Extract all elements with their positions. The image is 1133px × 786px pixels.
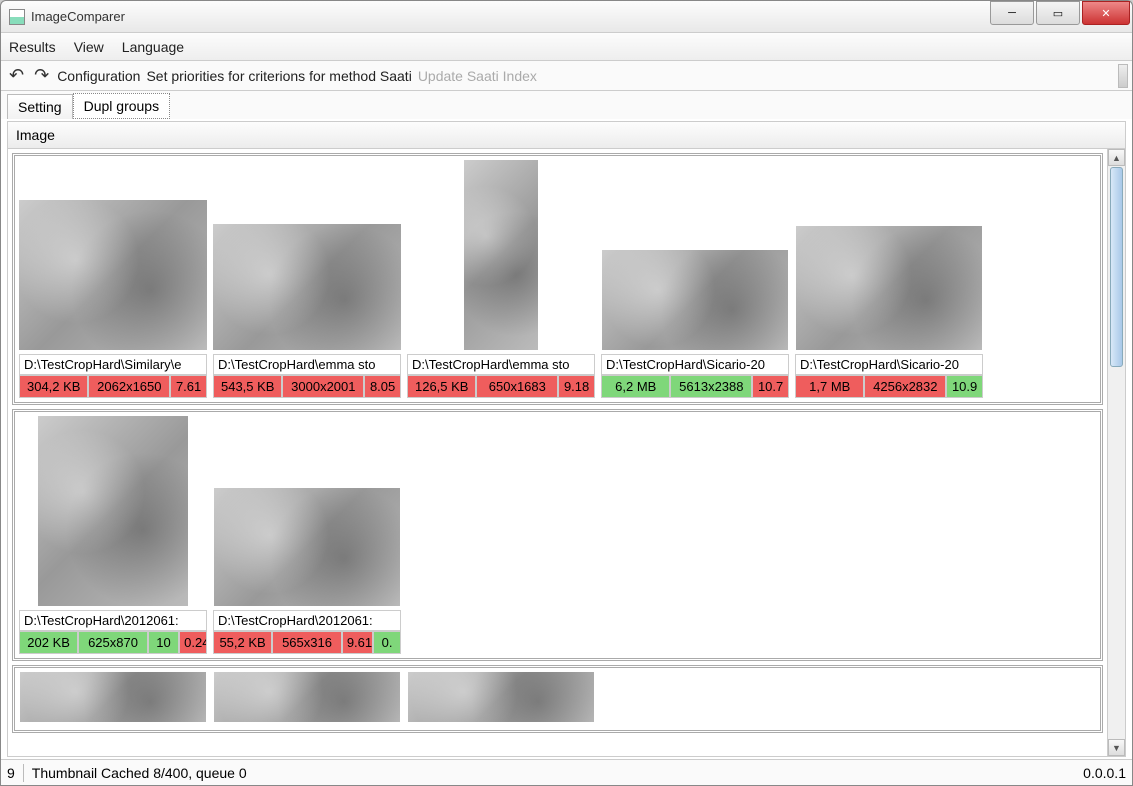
duplicate-group <box>12 665 1103 733</box>
tab-setting[interactable]: Setting <box>7 94 73 119</box>
tab-dupl-groups[interactable]: Dupl groups <box>73 93 171 119</box>
thumbnail[interactable] <box>213 224 401 350</box>
score: 9.61 <box>342 631 373 654</box>
thumbnail[interactable] <box>19 200 207 350</box>
image-path: D:\TestCropHard\Similary\e <box>19 354 207 375</box>
thumbnail[interactable] <box>20 672 206 722</box>
image-item[interactable]: D:\TestCropHard\emma sto126,5 KB650x1683… <box>407 160 595 398</box>
undo-icon[interactable]: ↶ <box>7 65 26 86</box>
file-size: 55,2 KB <box>213 631 272 654</box>
image-path: D:\TestCropHard\emma sto <box>407 354 595 375</box>
image-item[interactable]: D:\TestCropHard\2012061:202 KB625x870100… <box>19 416 207 654</box>
extra-score: 0. <box>373 631 401 654</box>
app-icon <box>9 9 25 25</box>
file-size: 126,5 KB <box>407 375 476 398</box>
toolbar-update-index[interactable]: Update Saati Index <box>418 68 537 84</box>
thumbnail[interactable] <box>38 416 188 606</box>
score: 10.7 <box>752 375 789 398</box>
groups-viewport: D:\TestCropHard\Similary\e304,2 KB2062x1… <box>8 149 1125 756</box>
image-stats: 55,2 KB565x3169.610. <box>213 631 401 654</box>
vertical-scrollbar[interactable]: ▲ ▼ <box>1107 149 1125 756</box>
dimensions: 650x1683 <box>476 375 558 398</box>
dimensions: 2062x1650 <box>88 375 170 398</box>
file-size: 304,2 KB <box>19 375 88 398</box>
thumbnail[interactable] <box>214 672 400 722</box>
image-item[interactable]: D:\TestCropHard\2012061:55,2 KB565x3169.… <box>213 488 401 654</box>
image-item[interactable] <box>407 672 595 726</box>
thumbnail[interactable] <box>464 160 538 350</box>
maximize-button[interactable]: ▭ <box>1036 1 1080 25</box>
thumbnail[interactable] <box>602 250 788 350</box>
minimize-button[interactable]: ─ <box>990 1 1034 25</box>
dimensions: 5613x2388 <box>670 375 752 398</box>
scroll-down-icon[interactable]: ▼ <box>1108 739 1125 756</box>
toolbar: ↶ ↷ Configuration Set priorities for cri… <box>1 61 1132 91</box>
image-path: D:\TestCropHard\Sicario-20 <box>795 354 983 375</box>
file-size: 543,5 KB <box>213 375 282 398</box>
toolbar-set-priorities[interactable]: Set priorities for criterions for method… <box>146 68 411 84</box>
image-item[interactable]: D:\TestCropHard\Sicario-201,7 MB4256x283… <box>795 226 983 398</box>
titlebar: ImageComparer ─ ▭ ✕ <box>1 1 1132 33</box>
image-path: D:\TestCropHard\emma sto <box>213 354 401 375</box>
menu-language[interactable]: Language <box>122 39 184 55</box>
image-item[interactable]: D:\TestCropHard\Similary\e304,2 KB2062x1… <box>19 200 207 398</box>
app-window: ImageComparer ─ ▭ ✕ Results View Languag… <box>0 0 1133 786</box>
image-stats: 543,5 KB3000x20018.05 <box>213 375 401 398</box>
menu-results[interactable]: Results <box>9 39 56 55</box>
image-stats: 126,5 KB650x16839.18 <box>407 375 595 398</box>
close-button[interactable]: ✕ <box>1082 1 1130 25</box>
dimensions: 4256x2832 <box>864 375 946 398</box>
statusbar: 9 Thumbnail Cached 8/400, queue 0 0.0.0.… <box>1 759 1132 785</box>
image-item[interactable] <box>213 672 401 726</box>
image-path: D:\TestCropHard\Sicario-20 <box>601 354 789 375</box>
status-version: 0.0.0.1 <box>1083 765 1126 781</box>
toolbar-overflow[interactable] <box>1118 64 1128 88</box>
dimensions: 565x316 <box>272 631 342 654</box>
toolbar-configuration[interactable]: Configuration <box>57 68 140 84</box>
dimensions: 3000x2001 <box>282 375 364 398</box>
window-controls: ─ ▭ ✕ <box>990 1 1132 25</box>
status-separator <box>23 764 24 782</box>
file-size: 1,7 MB <box>795 375 864 398</box>
image-item[interactable]: D:\TestCropHard\Sicario-206,2 MB5613x238… <box>601 250 789 398</box>
status-count: 9 <box>7 765 15 781</box>
column-header-image[interactable]: Image <box>8 122 1125 149</box>
score: 8.05 <box>364 375 401 398</box>
thumbnail[interactable] <box>796 226 982 350</box>
score: 10.9 <box>946 375 983 398</box>
thumbnail[interactable] <box>408 672 594 722</box>
image-path: D:\TestCropHard\2012061: <box>19 610 207 631</box>
image-item[interactable] <box>19 672 207 726</box>
file-size: 6,2 MB <box>601 375 670 398</box>
duplicate-group: D:\TestCropHard\2012061:202 KB625x870100… <box>12 409 1103 661</box>
thumbnail[interactable] <box>214 488 400 606</box>
score: 7.61 <box>170 375 207 398</box>
content-area: Image D:\TestCropHard\Similary\e304,2 KB… <box>7 121 1126 757</box>
tabs: Setting Dupl groups <box>1 91 1132 119</box>
extra-score: 0.24 <box>179 631 207 654</box>
status-cache: Thumbnail Cached 8/400, queue 0 <box>32 765 247 781</box>
image-path: D:\TestCropHard\2012061: <box>213 610 401 631</box>
scroll-thumb[interactable] <box>1110 167 1123 367</box>
redo-icon[interactable]: ↷ <box>32 65 51 86</box>
menubar: Results View Language <box>1 33 1132 61</box>
menu-view[interactable]: View <box>74 39 104 55</box>
dimensions: 625x870 <box>78 631 148 654</box>
scroll-up-icon[interactable]: ▲ <box>1108 149 1125 166</box>
image-stats: 202 KB625x870100.24 <box>19 631 207 654</box>
image-stats: 304,2 KB2062x16507.61 <box>19 375 207 398</box>
duplicate-group: D:\TestCropHard\Similary\e304,2 KB2062x1… <box>12 153 1103 405</box>
image-item[interactable]: D:\TestCropHard\emma sto543,5 KB3000x200… <box>213 224 401 398</box>
image-stats: 6,2 MB5613x238810.7 <box>601 375 789 398</box>
window-title: ImageComparer <box>31 9 125 24</box>
score: 10 <box>148 631 179 654</box>
score: 9.18 <box>558 375 595 398</box>
file-size: 202 KB <box>19 631 78 654</box>
image-stats: 1,7 MB4256x283210.9 <box>795 375 983 398</box>
